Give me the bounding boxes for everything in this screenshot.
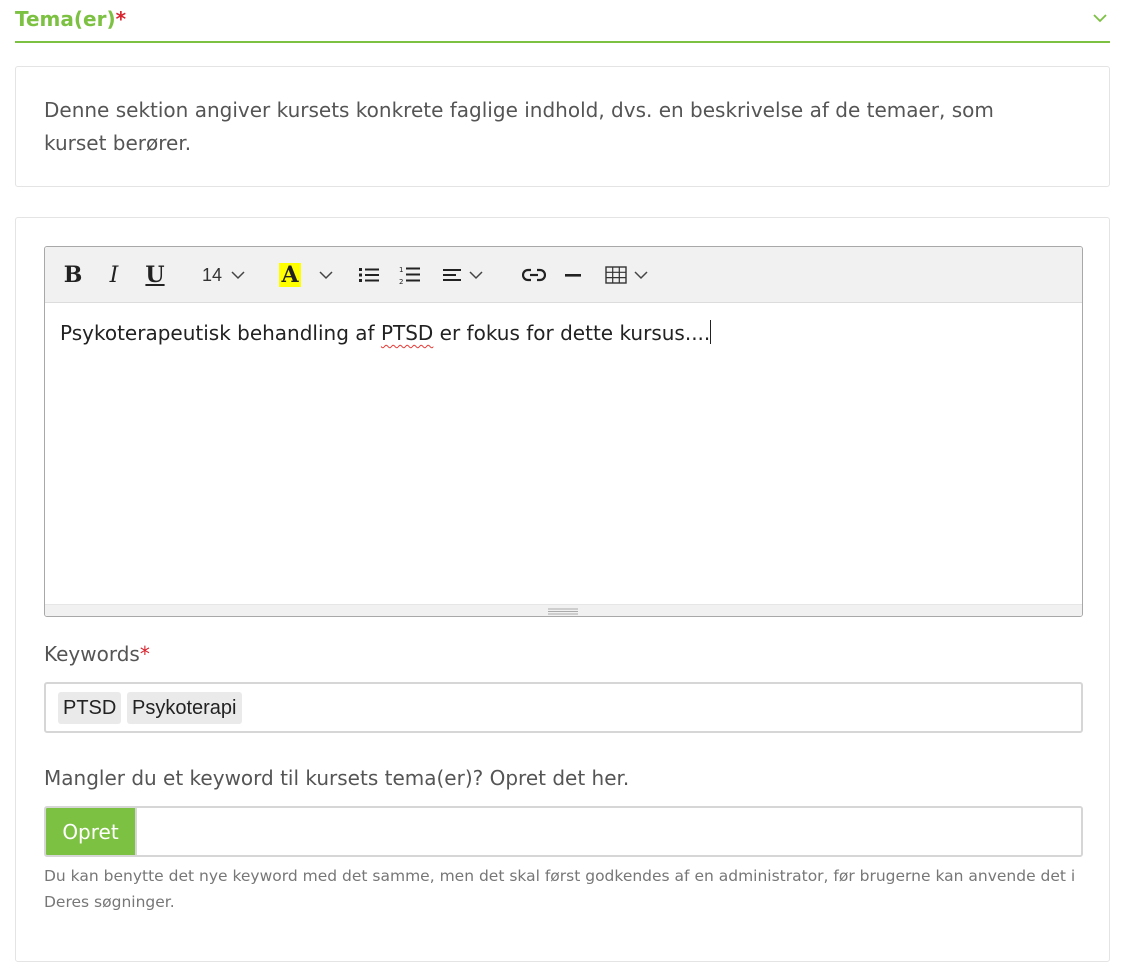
table-icon — [605, 266, 627, 284]
highlight-button[interactable]: A — [277, 258, 303, 292]
highlight-icon: A — [279, 262, 301, 288]
editor-content[interactable]: Psykoterapeutisk behandling af PTSD er f… — [60, 320, 712, 345]
editor-statusbar — [45, 604, 1082, 616]
font-size-select[interactable]: 14 — [193, 258, 255, 292]
keywords-input[interactable]: PTSD Psykoterapi — [44, 682, 1083, 733]
section-title-text: Tema(er) — [15, 7, 116, 31]
underline-button[interactable]: U — [140, 258, 170, 292]
spellcheck-word: PTSD — [380, 321, 434, 345]
create-keyword-button[interactable]: Opret — [46, 808, 135, 855]
chevron-down-icon — [634, 271, 648, 280]
keyword-tag[interactable]: Psykoterapi — [127, 692, 242, 724]
required-marker: * — [139, 642, 150, 666]
create-keyword-help: Du kan benytte det nye keyword med det s… — [44, 867, 1076, 911]
numbered-list-button[interactable]: 1 2 — [394, 258, 426, 292]
highlight-color-dropdown[interactable] — [315, 258, 337, 292]
required-marker: * — [115, 7, 127, 31]
chevron-down-icon — [319, 271, 333, 280]
resize-grip-icon[interactable] — [547, 607, 579, 615]
align-left-icon — [443, 269, 461, 281]
create-keyword-prompt: Mangler du et keyword til kursets tema(e… — [44, 766, 630, 790]
keywords-label: Keywords* — [44, 642, 150, 666]
section-title: Tema(er)* — [15, 7, 126, 31]
section-header[interactable]: Tema(er)* — [15, 0, 1110, 43]
topic-form: B I U 14 A 1 2 Psykoterapeutisk behandli… — [15, 217, 1110, 962]
link-button[interactable] — [518, 258, 550, 292]
keywords-label-text: Keywords — [44, 642, 140, 666]
text-caret — [710, 320, 712, 344]
editor-toolbar: B I U 14 A 1 2 — [45, 247, 1082, 303]
chevron-down-icon — [231, 271, 245, 280]
chevron-down-icon[interactable] — [1092, 11, 1108, 25]
bullet-list-icon — [359, 268, 379, 282]
editor-text-end: er fokus for dette kursus.... — [433, 321, 711, 345]
editor-text-start: Psykoterapeutisk behandling af — [60, 321, 381, 345]
align-dropdown[interactable] — [437, 258, 489, 292]
italic-button[interactable]: I — [100, 258, 128, 292]
create-keyword-group: Opret — [44, 806, 1083, 857]
table-dropdown[interactable] — [601, 258, 653, 292]
horizontal-rule-button[interactable] — [560, 258, 586, 292]
horizontal-rule-icon — [565, 274, 581, 277]
new-keyword-input[interactable] — [135, 808, 1081, 855]
font-size-value: 14 — [201, 264, 223, 285]
bold-button[interactable]: B — [59, 258, 87, 292]
rich-text-editor[interactable]: B I U 14 A 1 2 Psykoterapeutisk behandli… — [44, 246, 1083, 617]
bullet-list-button[interactable] — [353, 258, 385, 292]
keyword-tag[interactable]: PTSD — [58, 692, 122, 724]
section-description-box: Denne sektion angiver kursets konkrete f… — [15, 66, 1110, 187]
numbered-list-icon: 1 2 — [399, 266, 420, 285]
section-description: Denne sektion angiver kursets konkrete f… — [44, 98, 994, 155]
chevron-down-icon — [469, 271, 483, 280]
svg-text:2: 2 — [399, 278, 403, 285]
svg-text:1: 1 — [399, 266, 403, 274]
link-icon — [522, 268, 546, 282]
